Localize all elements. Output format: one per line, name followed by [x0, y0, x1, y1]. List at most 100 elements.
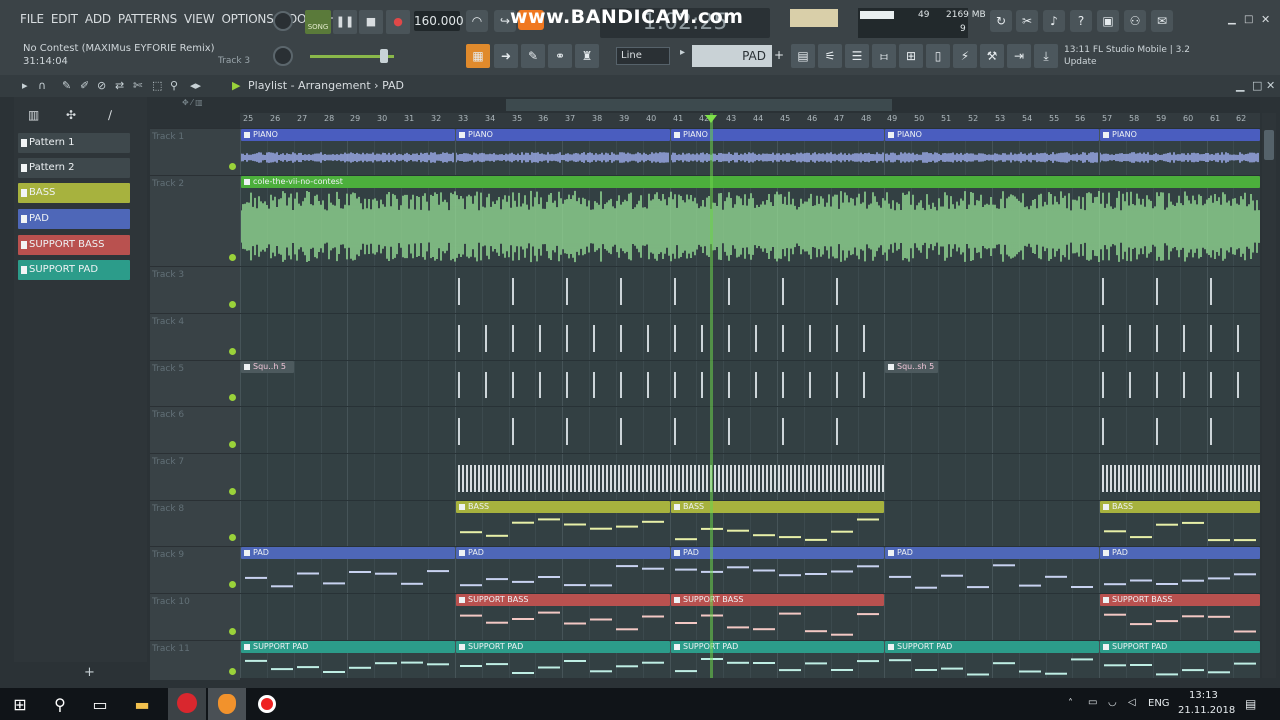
metronome-icon[interactable]: ◠ — [466, 10, 488, 32]
track-enable-led[interactable] — [229, 301, 236, 308]
playlist-clip[interactable]: PAD — [1100, 547, 1260, 559]
download-icon[interactable]: ⤓ — [1034, 44, 1058, 68]
playlist-clip[interactable]: PIANO — [885, 129, 1099, 141]
track-enable-led[interactable] — [229, 348, 236, 355]
playback-icon[interactable]: ◂▸ — [190, 79, 201, 92]
maximize-icon[interactable]: □ — [1244, 14, 1253, 25]
overview-toggles[interactable]: ✥ ⁄ ▥ — [182, 98, 203, 107]
magnet-icon[interactable]: ∩ — [38, 79, 46, 92]
pencil-icon[interactable]: ✎ — [62, 79, 71, 92]
clock-date[interactable]: 21.11.2018 — [1178, 705, 1235, 716]
slip-icon[interactable]: ⇄ — [115, 79, 124, 92]
playlist-clip[interactable]: SUPPORT PAD — [456, 641, 670, 653]
plugin-icon[interactable]: ⚇ — [1124, 10, 1146, 32]
task-view-icon[interactable]: ▭ — [89, 694, 111, 716]
save-icon[interactable]: ▣ — [1097, 10, 1119, 32]
record-button[interactable]: ● — [386, 10, 410, 34]
windows-start-icon[interactable]: ⊞ — [9, 694, 31, 716]
project-tree-icon[interactable]: ⊞ — [899, 44, 923, 68]
playlist-clip[interactable]: SUPPORT BASS — [671, 594, 884, 606]
menu-options[interactable]: OPTIONS — [221, 12, 273, 26]
export-icon[interactable]: ⇥ — [1007, 44, 1031, 68]
picker-support-pad[interactable]: SUPPORT PAD — [18, 260, 130, 280]
pattern-selector[interactable]: PAD — [692, 45, 772, 67]
track-enable-led[interactable] — [229, 628, 236, 635]
channel-rack-icon[interactable]: ▤ — [791, 44, 815, 68]
playlist-clip[interactable]: SUPPORT PAD — [241, 641, 455, 653]
track-header[interactable]: Track 8 — [150, 500, 240, 546]
track-header[interactable]: Track 9 — [150, 546, 240, 593]
news-panel[interactable]: 13:11 FL Studio Mobile | 3.2 Update — [1064, 44, 1190, 68]
menu-arrow-icon[interactable]: ▸ — [22, 79, 28, 92]
timeline-ruler[interactable]: 25 26 27 28 29 30 31 32 33 34 35 36 37 38 39 40 41 42 43 44… — [240, 113, 1260, 128]
playhead-line[interactable] — [710, 113, 713, 678]
slider-handle[interactable] — [380, 49, 388, 63]
zoom-icon[interactable]: ⚲ — [170, 79, 178, 92]
tools-icon[interactable]: ⚒ — [980, 44, 1004, 68]
search-icon[interactable]: ⚲ — [49, 694, 71, 716]
menu-view[interactable]: VIEW — [184, 12, 215, 26]
vertical-scroll-thumb[interactable] — [1264, 130, 1274, 160]
add-pattern-button[interactable]: + — [774, 48, 784, 62]
playlist-clip[interactable]: Squ..h 5 — [241, 361, 294, 373]
link-icon[interactable]: ⚭ — [548, 44, 572, 68]
track-header[interactable]: Track 6 — [150, 406, 240, 453]
playlist-clip[interactable]: SUPPORT PAD — [1100, 641, 1260, 653]
minimize-icon[interactable]: ▁ — [1228, 14, 1236, 25]
network-icon[interactable]: ▭ — [1088, 697, 1097, 708]
playlist-clip[interactable]: PAD — [241, 547, 455, 559]
mixer-icon[interactable]: ⧦ — [872, 44, 896, 68]
song-mode-button[interactable]: SONG — [305, 10, 331, 34]
notifications-icon[interactable]: ▤ — [1245, 697, 1256, 711]
picker-pattern-2[interactable]: Pattern 2 — [18, 158, 130, 178]
piano-roll-icon[interactable]: ⚟ — [818, 44, 842, 68]
volume-icon[interactable]: ◁ — [1128, 697, 1136, 708]
playlist-clip[interactable]: SUPPORT BASS — [1100, 594, 1260, 606]
playlist-clip[interactable]: PAD — [456, 547, 670, 559]
clock-time[interactable]: 13:13 — [1189, 690, 1218, 701]
playlist-clip[interactable]: Squ..sh 5 — [885, 361, 938, 373]
master-volume-knob[interactable] — [273, 11, 293, 31]
window-close-icon[interactable]: ✕ — [1266, 79, 1275, 92]
language-indicator[interactable]: ENG — [1148, 698, 1170, 709]
slice-icon[interactable]: ✄ — [133, 79, 142, 92]
vertical-scrollbar[interactable] — [1262, 113, 1276, 678]
document-icon[interactable]: ▯ — [926, 44, 950, 68]
playlist-clip[interactable]: SUPPORT PAD — [671, 641, 884, 653]
track-header[interactable]: Track 1 — [150, 128, 240, 175]
arrow-right-icon[interactable]: ➜ — [494, 44, 518, 68]
playlist-clip[interactable]: PIANO — [241, 129, 455, 141]
track-header[interactable]: Track 2 — [150, 175, 240, 266]
track-header[interactable]: Track 4 — [150, 313, 240, 360]
curve-icon[interactable]: ∕ — [108, 108, 112, 122]
track-enable-led[interactable] — [229, 163, 236, 170]
playlist-clip[interactable]: PIANO — [456, 129, 670, 141]
stamp-icon[interactable]: ♜ — [575, 44, 599, 68]
playlist-clip[interactable]: BASS — [456, 501, 670, 513]
playhead-marker[interactable] — [705, 115, 717, 123]
help-icon[interactable]: ? — [1070, 10, 1092, 32]
file-explorer-icon[interactable]: ▬ — [131, 694, 153, 716]
plug-icon[interactable]: ⚡ — [953, 44, 977, 68]
menu-edit[interactable]: EDIT — [51, 12, 78, 26]
track-enable-led[interactable] — [229, 394, 236, 401]
playlist-clip[interactable]: PAD — [671, 547, 884, 559]
track-enable-led[interactable] — [229, 254, 236, 261]
cut-icon[interactable]: ✂ — [1016, 10, 1038, 32]
playlist-grid[interactable]: PIANO PIANO PIANO PIANO PIANO cole-the-vii-no… — [240, 128, 1260, 678]
playlist-clip[interactable]: PIANO — [671, 129, 884, 141]
wifi-icon[interactable]: ◡ — [1108, 697, 1117, 708]
mute-icon[interactable]: ⊘ — [97, 79, 106, 92]
playlist-clip[interactable]: SUPPORT PAD — [885, 641, 1099, 653]
track-header[interactable]: Track 5 — [150, 360, 240, 406]
picker-support-bass[interactable]: SUPPORT BASS — [18, 235, 130, 255]
microphone-icon[interactable]: ♪ — [1043, 10, 1065, 32]
playlist-clip[interactable]: PAD — [885, 547, 1099, 559]
playlist-clip[interactable]: cole-the-vii-no-contest — [241, 176, 1260, 188]
stop-button[interactable]: ■ — [359, 10, 383, 34]
track-enable-led[interactable] — [229, 441, 236, 448]
playlist-clip[interactable]: PIANO — [1100, 129, 1260, 141]
play-arrow-icon[interactable]: ▶ — [232, 79, 240, 92]
play-button[interactable]: ❚❚ — [333, 10, 357, 34]
arrangement-overview[interactable]: ✥ ⁄ ▥ — [182, 97, 1260, 113]
